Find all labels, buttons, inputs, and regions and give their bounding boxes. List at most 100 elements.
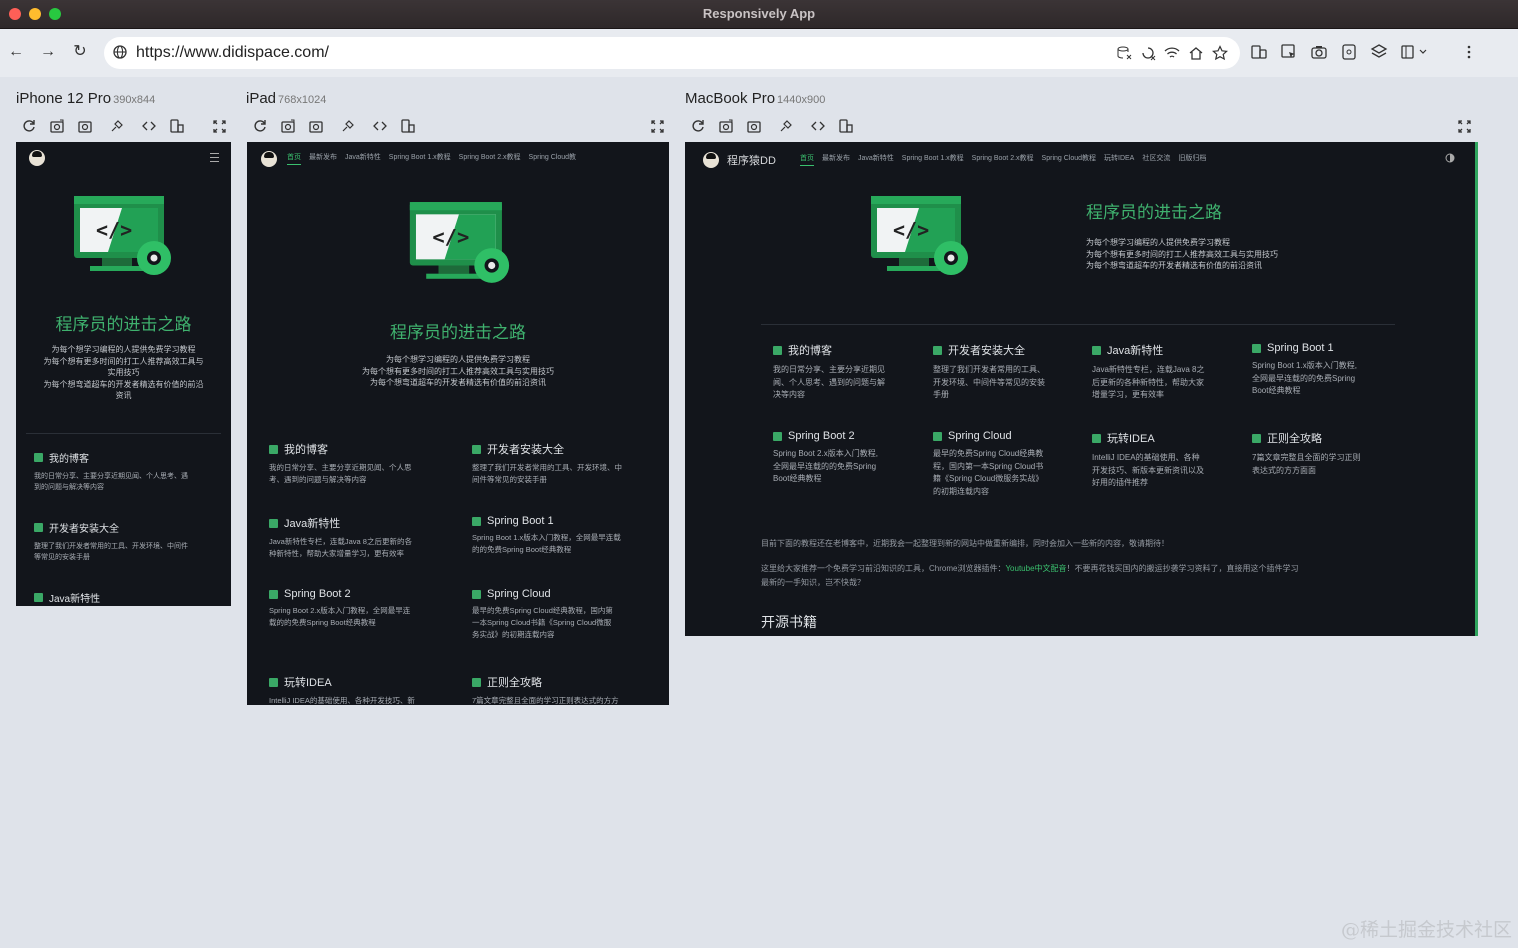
hero-computer-illustration: </> bbox=[409, 202, 510, 283]
back-arrow-icon[interactable]: ← bbox=[5, 41, 27, 63]
feature-springboot2[interactable]: Spring Boot 2 Spring Boot 2.x版本入门教程，全网最早… bbox=[269, 588, 459, 629]
expand-ipad-icon[interactable] bbox=[651, 120, 664, 133]
layout-toggle-icon[interactable] bbox=[1400, 43, 1430, 61]
feature-blog[interactable]: 我的博客 我的日常分享、主要分享近期见闻、个人思考、遇到的问题与解决等内容 bbox=[269, 441, 449, 486]
feature-icon bbox=[472, 677, 481, 687]
feature-idea[interactable]: 玩转IDEA IntelliJ IDEA的基础使用、各种开发技巧、新 bbox=[269, 674, 459, 705]
feature-regex[interactable]: 正则全攻略 7篇文章完整且全面的学习正则表达式的方方 bbox=[472, 674, 662, 705]
camera-icon[interactable] bbox=[309, 119, 323, 133]
address-bar[interactable]: https://www.didispace.com/ bbox=[104, 37, 1240, 69]
feature-icon bbox=[269, 589, 278, 599]
feature-blog[interactable]: 我的博客 我的日常分享、主要分享近期见闻、个人思考、遇到的问题与解决等内容 bbox=[773, 342, 913, 402]
site-avatar[interactable] bbox=[261, 151, 277, 167]
device-label-iphone: iPhone 12 Pro 390x844 bbox=[16, 90, 156, 107]
nav-java[interactable]: Java新特性 bbox=[858, 153, 894, 166]
feature-icon bbox=[773, 345, 782, 355]
code-icon[interactable] bbox=[142, 119, 156, 133]
nav-latest[interactable]: 最新发布 bbox=[309, 152, 337, 165]
rotate-device-icon[interactable] bbox=[839, 119, 853, 133]
feature-icon bbox=[269, 677, 278, 687]
svg-text:</>: </> bbox=[96, 218, 132, 242]
feature-idea[interactable]: 玩转IDEA IntelliJ IDEA的基础使用、各种 开发技巧、新版本更新资讯… bbox=[1092, 430, 1232, 490]
debug-icon[interactable] bbox=[110, 119, 124, 133]
site-brand[interactable]: 程序猿DD bbox=[727, 152, 776, 168]
theme-toggle-icon[interactable] bbox=[1445, 153, 1455, 163]
ipad-viewport[interactable]: 首页 最新发布 Java新特性 Spring Boot 1.x教程 Spring… bbox=[247, 142, 669, 705]
nav-archive[interactable]: 旧版归档 bbox=[1178, 153, 1206, 166]
feature-install-guide[interactable]: 开发者安装大全 整理了我们开发者常用的工具、开发环境、中间件等常见的安装手册 bbox=[472, 441, 662, 486]
inspect-element-icon[interactable] bbox=[1280, 43, 1298, 61]
feature-java[interactable]: Java新特性 Java新特性专栏，连载Java 8之后更新的各种新特性，帮助大… bbox=[269, 515, 459, 560]
feature-java[interactable]: Java新特性 Java新特性专栏，连载Java 8之后更新的各种新特性，帮助大… bbox=[1092, 342, 1232, 402]
code-icon[interactable] bbox=[373, 119, 387, 133]
clear-storage-icon[interactable] bbox=[1116, 45, 1132, 61]
clear-cache-icon[interactable] bbox=[1140, 45, 1156, 61]
camera-icon[interactable] bbox=[747, 119, 761, 133]
device-manager-icon[interactable] bbox=[1250, 43, 1268, 61]
feature-icon bbox=[34, 453, 43, 462]
feature-icon bbox=[269, 444, 278, 454]
feature-install-guide[interactable]: 开发者安装大全 整理了我们开发者常用的工具、开发环境、中间件等常见的安装手册 bbox=[34, 520, 224, 563]
nav-springboot2[interactable]: Spring Boot 2.x教程 bbox=[459, 152, 521, 165]
nav-springcloud[interactable]: Spring Cloud教程 bbox=[1042, 153, 1096, 166]
nav-springcloud[interactable]: Spring Cloud教 bbox=[529, 152, 576, 165]
url-text[interactable]: https://www.didispace.com/ bbox=[136, 44, 329, 62]
feature-install-guide[interactable]: 开发者安装大全 整理了我们开发者常用的工具、开发环境、中间件等常见的安装手册 bbox=[933, 342, 1073, 402]
expand-iphone-icon[interactable] bbox=[213, 120, 226, 133]
rotate-device-icon[interactable] bbox=[170, 119, 184, 133]
debug-icon[interactable] bbox=[779, 119, 793, 133]
refresh-icon[interactable] bbox=[253, 119, 267, 133]
full-screenshot-icon[interactable] bbox=[281, 119, 295, 133]
hero-title: 程序员的进击之路 bbox=[55, 315, 192, 334]
nav-springboot2[interactable]: Spring Boot 2.x教程 bbox=[972, 153, 1034, 166]
preview-icon[interactable] bbox=[1340, 43, 1358, 61]
hero-computer-illustration: </> bbox=[871, 196, 968, 275]
more-menu-icon[interactable] bbox=[1460, 43, 1478, 61]
feature-springcloud[interactable]: Spring Cloud 最早的免费Spring Cloud经典教程，国内第一本… bbox=[933, 430, 1073, 498]
nav-idea[interactable]: 玩转IDEA bbox=[1104, 153, 1134, 166]
feature-springboot1[interactable]: Spring Boot 1 Spring Boot 1.x版本入门教程, 全网最早… bbox=[1252, 342, 1392, 398]
rotate-device-icon[interactable] bbox=[401, 119, 415, 133]
layers-icon[interactable] bbox=[1370, 43, 1388, 61]
network-icon[interactable] bbox=[1164, 45, 1180, 61]
site-avatar[interactable] bbox=[29, 150, 45, 166]
hero-divider bbox=[761, 324, 1395, 325]
forward-arrow-icon[interactable]: → bbox=[37, 41, 59, 63]
feature-java[interactable]: Java新特性 bbox=[34, 590, 224, 605]
refresh-icon[interactable] bbox=[22, 119, 36, 133]
nav-springboot1[interactable]: Spring Boot 1.x教程 bbox=[902, 153, 964, 166]
nav-java[interactable]: Java新特性 bbox=[345, 152, 381, 165]
home-icon[interactable] bbox=[1188, 45, 1204, 61]
youtube-dub-link[interactable]: Youtube中文配音 bbox=[1005, 564, 1066, 573]
reload-icon[interactable]: ↻ bbox=[69, 41, 91, 63]
code-icon[interactable] bbox=[811, 119, 825, 133]
feature-icon bbox=[773, 431, 782, 441]
device-label-ipad: iPad 768x1024 bbox=[246, 90, 327, 107]
bookmark-star-icon[interactable] bbox=[1212, 45, 1228, 61]
screenshot-icon[interactable] bbox=[1310, 43, 1328, 61]
feature-icon bbox=[1092, 345, 1101, 355]
iphone-viewport[interactable]: </> 程序员的进击之路 为每个想学习编程的人提供免费学习教程 为每个想有更多时间… bbox=[16, 142, 231, 606]
feature-springcloud[interactable]: Spring Cloud 最早的免费Spring Cloud经典教程，国内第一本… bbox=[472, 588, 662, 641]
nav-home[interactable]: 首页 bbox=[287, 152, 301, 165]
feature-springboot1[interactable]: Spring Boot 1 Spring Boot 1.x版本入门教程，全网最早… bbox=[472, 515, 662, 556]
nav-home[interactable]: 首页 bbox=[800, 153, 814, 166]
site-avatar[interactable] bbox=[703, 152, 719, 168]
feature-icon bbox=[472, 516, 481, 526]
feature-springboot2[interactable]: Spring Boot 2 Spring Boot 2.x版本入门教程, 全网最早… bbox=[773, 430, 913, 486]
feature-regex[interactable]: 正则全攻略 7篇文章完整且全面的学习正则 表达式的方方面面 bbox=[1252, 430, 1392, 477]
nav-springboot1[interactable]: Spring Boot 1.x教程 bbox=[389, 152, 451, 165]
full-screenshot-icon[interactable] bbox=[50, 119, 64, 133]
nav-latest[interactable]: 最新发布 bbox=[822, 153, 850, 166]
hamburger-menu-icon[interactable] bbox=[210, 153, 219, 162]
globe-icon bbox=[113, 45, 127, 59]
refresh-icon[interactable] bbox=[691, 119, 705, 133]
debug-icon[interactable] bbox=[341, 119, 355, 133]
expand-macbook-icon[interactable] bbox=[1458, 120, 1471, 133]
full-screenshot-icon[interactable] bbox=[719, 119, 733, 133]
macbook-viewport[interactable]: 程序猿DD 首页 最新发布 Java新特性 Spring Boot 1.x教程 … bbox=[685, 142, 1477, 636]
feature-icon bbox=[933, 345, 942, 355]
nav-community[interactable]: 社区交流 bbox=[1142, 153, 1170, 166]
camera-icon[interactable] bbox=[78, 119, 92, 133]
feature-blog[interactable]: 我的博客 我的日常分享、主要分享近期见闻、个人思考、遇到的问题与解决等内容 bbox=[34, 450, 224, 493]
